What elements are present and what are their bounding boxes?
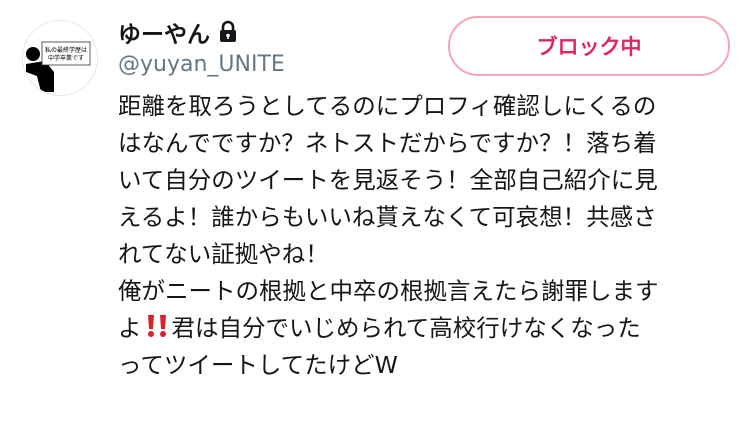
user-handle[interactable]: @yuyan_UNITE — [118, 52, 285, 77]
tweet-line: 俺がニートの根拠と中卒の根拠言えたら謝罪します — [118, 277, 659, 305]
avatar-text-line-2: 中学卒業です — [48, 54, 84, 62]
tweet-card: 私の最終学歴は 中学卒業です ゆーやん @yuyan_UNITE ブロック中 距… — [0, 0, 750, 423]
avatar-image: 私の最終学歴は 中学卒業です — [23, 21, 97, 95]
lock-icon — [218, 20, 238, 44]
tweet-line: 距離を取ろうとしてるのにプロフィ確認しにくるの — [118, 92, 657, 120]
double-exclamation-emoji-icon — [144, 313, 170, 339]
tweet-text-before-emoji: よ — [118, 314, 142, 342]
tweet-text: 距離を取ろうとしてるのにプロフィ確認しにくるの はなんでですか？ネトストだからで… — [118, 88, 733, 384]
tweet-line: れてない証拠やね！ — [118, 240, 329, 268]
tweet-line: ってツイートしてたけどW — [118, 351, 398, 379]
blocked-button[interactable]: ブロック中 — [448, 16, 730, 76]
display-name[interactable]: ゆーやん — [118, 15, 210, 49]
tweet-text-after-emoji: 君は自分でいじめられて高校行けなくなった — [171, 314, 641, 342]
tweet-line: いて自分のツイートを見返そう！全部自己紹介に見 — [118, 166, 658, 194]
tweet-line: はなんでですか？ネトストだからですか？！落ち着 — [118, 129, 657, 157]
avatar-text-line-1: 私の最終学歴は — [45, 46, 87, 54]
tweet-line-with-emoji: よ 君は自分でいじめられて高校行けなくなった — [118, 310, 733, 347]
display-name-row: ゆーやん — [118, 16, 238, 48]
avatar[interactable]: 私の最終学歴は 中学卒業です — [22, 20, 98, 96]
tweet-line: えるよ！誰からもいいね貰えなくて可哀想！共感さ — [118, 203, 657, 231]
